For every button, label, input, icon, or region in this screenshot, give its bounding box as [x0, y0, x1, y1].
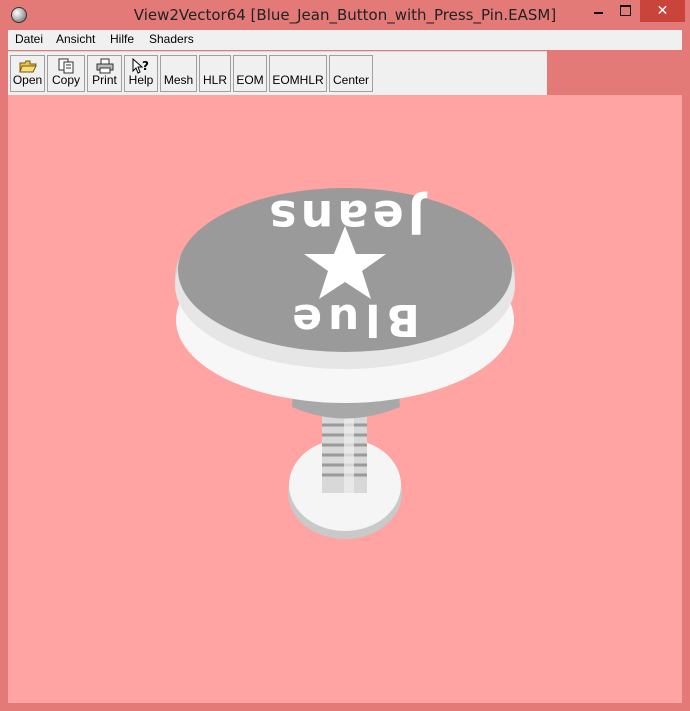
mesh-button[interactable]: Mesh [160, 55, 197, 92]
shaft-highlight [344, 413, 354, 493]
svg-text:?: ? [142, 59, 149, 73]
3d-viewport[interactable]: Jeans Blue [8, 95, 682, 703]
close-icon: ✕ [656, 3, 669, 19]
center-button[interactable]: Center [329, 55, 373, 92]
jean-button-model: Jeans Blue [175, 188, 515, 539]
eom-button[interactable]: EOM [233, 55, 267, 92]
copy-icon [58, 58, 74, 74]
menu-shaders[interactable]: Shaders [149, 32, 194, 46]
print-label: Print [92, 73, 117, 87]
toolbar: Open Copy Print ? Help Mesh HLR EOM EOMH… [8, 51, 547, 96]
menu-hilfe[interactable]: Hilfe [110, 32, 134, 46]
menu-bar: Datei Ansicht Hilfe Shaders [8, 30, 682, 50]
printer-icon [96, 58, 113, 74]
app-window: View2Vector64 [Blue_Jean_Button_with_Pre… [0, 0, 690, 711]
help-pointer-icon: ? [132, 58, 149, 74]
copy-button[interactable]: Copy [47, 55, 85, 92]
help-button[interactable]: ? Help [124, 55, 158, 92]
minimize-button[interactable] [585, 0, 612, 22]
open-label: Open [12, 73, 43, 87]
copy-label: Copy [51, 73, 80, 87]
eomhlr-label: EOMHLR [272, 73, 324, 87]
open-folder-icon [18, 60, 37, 73]
help-label: Help [128, 73, 154, 87]
maximize-button[interactable] [612, 0, 639, 22]
mesh-label: Mesh [163, 73, 194, 87]
emboss-text-bottom: Blue [286, 294, 420, 345]
menu-datei[interactable]: Datei [15, 32, 43, 46]
hlr-label: HLR [202, 73, 227, 87]
minimize-icon [594, 12, 603, 14]
open-button[interactable]: Open [10, 55, 45, 92]
print-button[interactable]: Print [87, 55, 122, 92]
close-button[interactable]: ✕ [640, 0, 685, 22]
eomhlr-button[interactable]: EOMHLR [269, 55, 327, 92]
maximize-icon [620, 5, 631, 16]
emboss-text-top: Jeans [265, 190, 427, 244]
eom-label: EOM [236, 73, 264, 87]
menu-ansicht[interactable]: Ansicht [56, 32, 95, 46]
center-label: Center [332, 73, 370, 87]
hlr-button[interactable]: HLR [199, 55, 231, 92]
title-bar[interactable]: View2Vector64 [Blue_Jean_Button_with_Pre… [0, 0, 690, 30]
